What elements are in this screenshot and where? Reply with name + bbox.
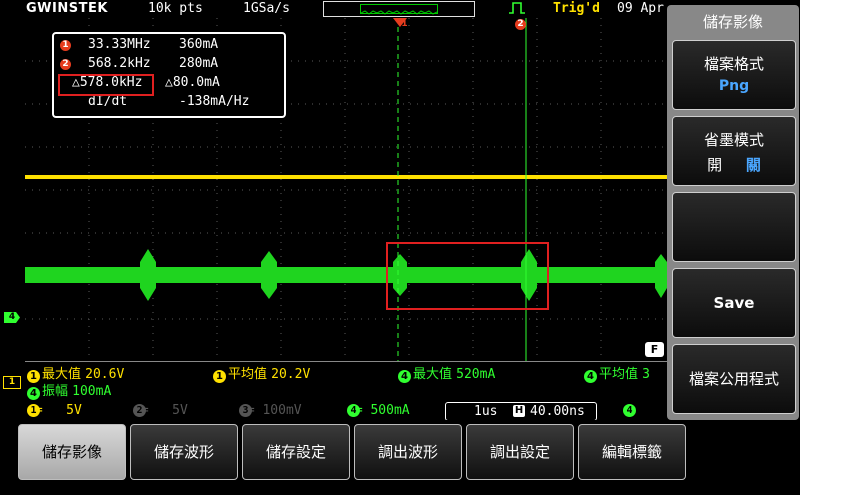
measurement-4-value: 3 bbox=[642, 367, 650, 382]
bottom-save-setup-button[interactable]: 儲存設定 bbox=[242, 424, 350, 480]
slope-label: dI/dt bbox=[88, 94, 128, 109]
timebase-scale: 1us bbox=[474, 404, 498, 419]
measurement-3-value: 520mA bbox=[456, 367, 496, 382]
status-bar: GWINSTEK 10k pts 1GSa/s Trig'd 09 Apr bbox=[0, 0, 665, 20]
bottom-recall-waveform-button[interactable]: 調出波形 bbox=[354, 424, 462, 480]
cursor-2-value: 280mA bbox=[179, 56, 219, 71]
measurement-4-channel: 4 bbox=[584, 370, 597, 383]
trigger-position-marker: 1 bbox=[393, 17, 408, 31]
ch4-status[interactable]: 4 == 500mA bbox=[347, 403, 410, 418]
trigger-source-badge: 4 bbox=[623, 404, 636, 417]
record-length: 10k pts bbox=[148, 1, 203, 16]
memory-window bbox=[360, 4, 438, 15]
measurement-row-marker: 1 bbox=[3, 376, 21, 389]
oscilloscope-screen: GWINSTEK 10k pts 1GSa/s Trig'd 09 Apr 1 … bbox=[0, 0, 800, 495]
ch4-scale: 500mA bbox=[370, 403, 410, 418]
file-format-label: 檔案格式 bbox=[703, 55, 764, 73]
ink-saver-off: 關 bbox=[745, 156, 761, 174]
memory-bar bbox=[323, 1, 475, 17]
side-empty-button[interactable] bbox=[672, 192, 796, 262]
channel-status-bar: 1 == 5V 2 == 5V 3 == 100mV 4 == 500mA 4 bbox=[25, 402, 775, 420]
side-menu: 儲存影像 檔案格式 Png 省墨模式 開 關 Save 檔案公用程式 bbox=[667, 5, 799, 420]
side-menu-title: 儲存影像 bbox=[702, 13, 763, 31]
measurement-5-value: 100mA bbox=[72, 384, 112, 399]
cursor-1-badge: 1 bbox=[60, 40, 71, 51]
cursor-1-value: 360mA bbox=[179, 37, 219, 52]
bottom-recall-setup-button[interactable]: 調出設定 bbox=[466, 424, 574, 480]
ch3-scale: 100mV bbox=[262, 403, 302, 418]
cursor-2-badge: 2 bbox=[60, 59, 71, 70]
ink-saver-button[interactable]: 省墨模式 開 關 bbox=[672, 116, 796, 186]
highlight-delta-freq bbox=[58, 74, 154, 96]
h-position-value: 40.00ns bbox=[530, 404, 585, 419]
measurement-2: 1 平均值 20.2V bbox=[213, 363, 310, 383]
cursor-2-marker: 2 bbox=[515, 19, 526, 30]
slope-value: -138mA/Hz bbox=[179, 94, 250, 109]
ch2-status[interactable]: 2 == 5V bbox=[133, 403, 188, 418]
trigger-status: Trig'd bbox=[553, 1, 600, 16]
measurement-3-name: 最大值 bbox=[413, 367, 453, 382]
ch3-badge: 3 bbox=[239, 404, 252, 417]
timebase-box[interactable]: 1us H 40.00ns bbox=[445, 402, 597, 421]
delta-value: △80.0mA bbox=[165, 75, 220, 90]
ch1-status[interactable]: 1 == 5V bbox=[27, 403, 82, 418]
cursor-1-freq: 33.33MHz bbox=[88, 37, 151, 52]
trigger-level-marker[interactable]: F bbox=[645, 342, 664, 357]
save-button[interactable]: Save bbox=[672, 268, 796, 338]
ch4-trace bbox=[25, 249, 667, 301]
ch1-scale: 5V bbox=[66, 403, 82, 418]
ch4-badge: 4 bbox=[347, 404, 360, 417]
cursor-2-freq: 568.2kHz bbox=[88, 56, 151, 71]
ch4-level-marker[interactable]: 4 bbox=[4, 312, 20, 323]
bottom-save-image-button[interactable]: 儲存影像 bbox=[18, 424, 126, 480]
measurement-5: 4 振幅 100mA bbox=[27, 380, 111, 400]
ch2-scale: 5V bbox=[172, 403, 188, 418]
measurement-panel: 1 最大值 20.6V 1 平均值 20.2V 4 最大值 520mA 4 平均值 3 … bbox=[25, 362, 667, 400]
file-utilities-button[interactable]: 檔案公用程式 bbox=[672, 344, 796, 414]
ink-saver-on: 開 bbox=[707, 156, 723, 174]
bottom-menu: 儲存影像 儲存波形 儲存設定 調出波形 調出設定 編輯標籤 bbox=[0, 420, 800, 495]
measurement-2-value: 20.2V bbox=[271, 367, 311, 382]
ink-saver-label: 省墨模式 bbox=[703, 131, 764, 149]
measurement-2-name: 平均值 bbox=[228, 367, 268, 382]
date-display: 09 Apr bbox=[617, 1, 664, 16]
sample-rate: 1GSa/s bbox=[243, 1, 290, 16]
bottom-save-waveform-button[interactable]: 儲存波形 bbox=[130, 424, 238, 480]
ch3-status[interactable]: 3 == 100mV bbox=[239, 403, 302, 418]
trigger-edge-icon bbox=[508, 0, 526, 20]
ch1-badge: 1 bbox=[27, 404, 40, 417]
bottom-edit-label-button[interactable]: 編輯標籤 bbox=[578, 424, 686, 480]
measurement-5-channel: 4 bbox=[27, 387, 40, 400]
brand-logo: GWINSTEK bbox=[26, 1, 108, 16]
file-format-button[interactable]: 檔案格式 Png bbox=[672, 40, 796, 110]
file-format-value: Png bbox=[718, 78, 750, 94]
measurement-4-name: 平均值 bbox=[599, 367, 639, 382]
memory-wave-icon bbox=[360, 10, 438, 15]
measurement-5-name: 振幅 bbox=[42, 384, 69, 399]
ch2-badge: 2 bbox=[133, 404, 146, 417]
h-position-icon: H bbox=[513, 405, 525, 417]
measurement-4: 4 平均值 3 bbox=[584, 363, 650, 383]
measurement-3-channel: 4 bbox=[398, 370, 411, 383]
cursor-1-marker: 1 bbox=[401, 19, 408, 29]
measurement-2-channel: 1 bbox=[213, 370, 226, 383]
highlight-waveform-region bbox=[386, 242, 549, 310]
ch1-trace bbox=[25, 175, 667, 179]
measurement-3: 4 最大值 520mA bbox=[398, 363, 495, 383]
